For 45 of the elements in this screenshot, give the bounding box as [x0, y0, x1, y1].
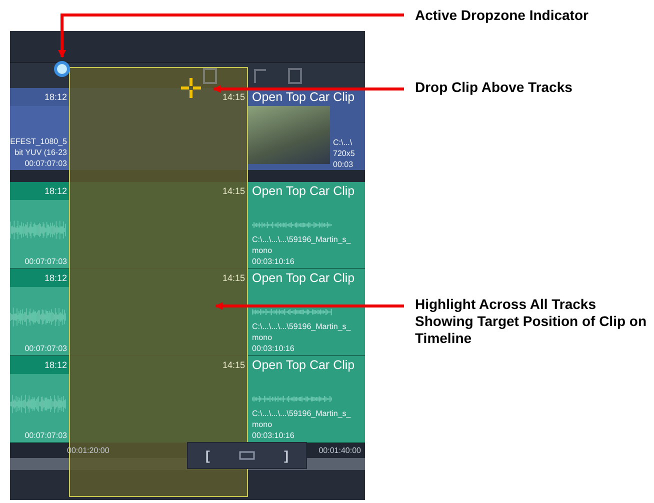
clip-end-time: 18:12: [44, 92, 67, 102]
square-icon[interactable]: [288, 68, 302, 84]
clip-start-time: 14:15: [222, 92, 245, 102]
clip-title: Open Top Car Clip: [252, 270, 356, 287]
corner-icon[interactable]: [254, 68, 266, 82]
callout-label: Highlight Across All Tracks Showing Target Position of Clip on Timeline: [415, 296, 648, 347]
fit-icon[interactable]: [238, 451, 255, 460]
clip-info: C:\...\...\...\59196_Martin_s_: [252, 321, 352, 332]
clip-info: C:\...\...\...\59196_Martin_s_: [252, 234, 352, 245]
clip-end-time: 18:12: [44, 186, 67, 196]
clip-info: C:\...\: [333, 137, 354, 148]
clip-info: EFEST_1080_5: [10, 136, 67, 147]
callout-label: Active Dropzone Indicator: [415, 7, 588, 24]
clip-end-time: 18:12: [44, 360, 67, 370]
clip-info: 00:03:10:16: [252, 343, 296, 354]
timeline-clip[interactable]: Open Top Car Clip C:\...\...\...\59196_Martin_s_ mono 00:03:10:16: [248, 269, 365, 355]
clip-start-time: 14:15: [222, 186, 245, 196]
clip-info: mono: [252, 332, 274, 343]
clip-info: 00:07:07:03: [24, 430, 67, 441]
mark-out-button[interactable]: ]: [278, 448, 294, 463]
timeline-clip[interactable]: Open Top Car Clip C:\...\ 720x5 00:03: [248, 88, 365, 170]
callout-label: Drop Clip Above Tracks: [415, 79, 572, 96]
clip-info: C:\...\...\...\59196_Martin_s_: [252, 408, 352, 419]
timeline-clip[interactable]: Open Top Car Clip C:\...\...\...\59196_Martin_s_ mono 00:03:10:16: [248, 182, 365, 268]
clip-start-time: 14:15: [222, 273, 245, 283]
timeline-clip[interactable]: Open Top Car Clip C:\...\...\...\59196_Martin_s_ mono 00:03:10:16: [248, 356, 365, 442]
clip-info: 00:03: [333, 159, 354, 170]
clip-start-time: 14:15: [222, 360, 245, 370]
square-icon[interactable]: [203, 68, 217, 84]
clip-info: 00:03:10:16: [252, 430, 296, 441]
clip-info: 00:03:10:16: [252, 256, 296, 267]
clip-info: mono: [252, 419, 274, 430]
clip-title: Open Top Car Clip: [252, 183, 356, 200]
clip-info: 00:07:07:03: [24, 343, 67, 354]
clip-title: Open Top Car Clip: [252, 357, 356, 374]
clip-info: 00:07:07:03: [24, 158, 67, 169]
clip-info: mono: [252, 245, 274, 256]
mark-in-button[interactable]: [: [200, 448, 216, 463]
ruler-time-label: 00:01:40:00: [318, 446, 361, 455]
clip-info: 00:07:07:03: [24, 256, 67, 267]
clip-info: 720x5: [333, 148, 355, 159]
clip-title: Open Top Car Clip: [252, 89, 356, 106]
crosshair-cursor-icon: [180, 77, 202, 99]
clip-end-time: 18:12: [44, 273, 67, 283]
clip-info: bit YUV (16-23: [14, 147, 67, 158]
